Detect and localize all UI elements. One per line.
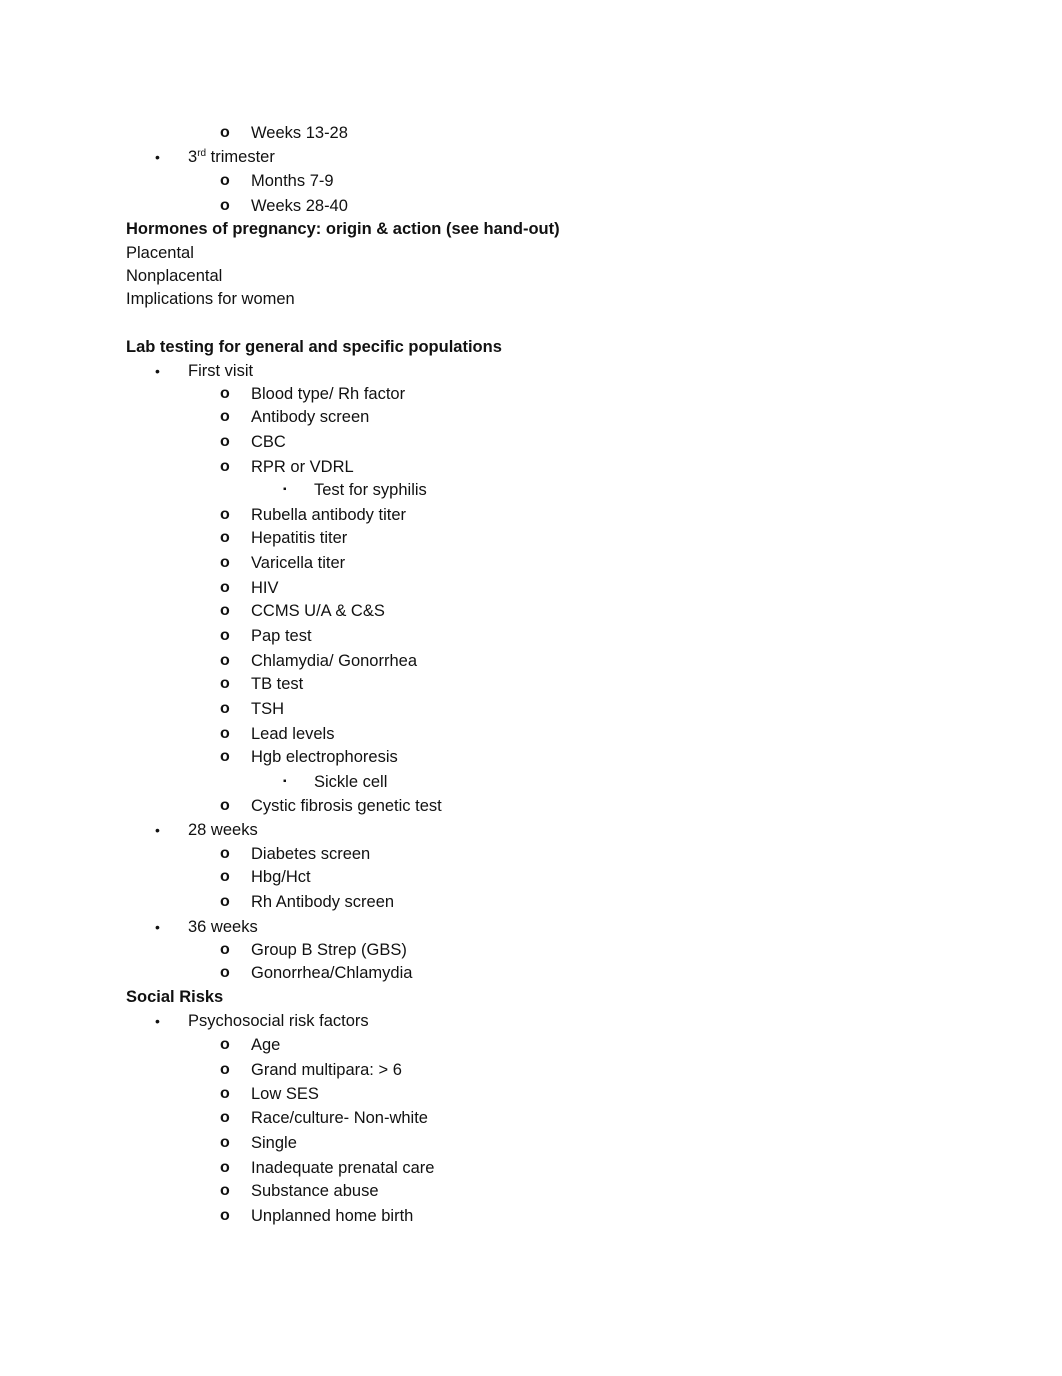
bullet-circle-icon: o: [220, 1109, 230, 1126]
list-item-text: TB test: [251, 675, 304, 693]
bullet-disc-icon: •: [155, 363, 160, 379]
bullet-circle-icon: o: [220, 385, 230, 402]
bullet-circle-icon: o: [220, 579, 230, 596]
bullet-disc-icon: •: [155, 149, 160, 165]
bullet-circle-icon: o: [220, 1182, 230, 1199]
section-heading: Lab testing for general and specific pop…: [126, 338, 502, 356]
list-item-text: Single: [251, 1134, 297, 1152]
list-item-text: Unplanned home birth: [251, 1207, 414, 1225]
list-item-text: HIV: [251, 579, 279, 597]
bullet-circle-icon: o: [220, 433, 230, 450]
list-item-text: Hgb electrophoresis: [251, 748, 398, 766]
list-item-text: Rubella antibody titer: [251, 506, 407, 524]
bullet-circle-icon: o: [220, 700, 230, 717]
bullet-square-icon: ▪: [283, 484, 287, 495]
bullet-circle-icon: o: [220, 1085, 230, 1102]
list-item-text: Group B Strep (GBS): [251, 941, 407, 959]
list-item-text: Hbg/Hct: [251, 868, 311, 886]
ordinal-number: 3: [188, 148, 198, 166]
list-item-text: First visit: [188, 362, 254, 380]
bullet-disc-icon: •: [155, 1013, 160, 1029]
bullet-circle-icon: o: [220, 725, 230, 742]
list-item-text: 3rd trimester: [188, 146, 275, 168]
list-item-text: Race/culture- Non-white: [251, 1109, 428, 1127]
text-line: Implications for women: [126, 290, 295, 308]
text-line: Placental: [126, 244, 194, 262]
list-item-text: Rh Antibody screen: [251, 893, 395, 911]
text-line: Nonplacental: [126, 267, 223, 285]
list-item-text: TSH: [251, 700, 284, 718]
bullet-circle-icon: o: [220, 845, 230, 862]
list-item-text: Weeks 28-40: [251, 197, 348, 215]
bullet-circle-icon: o: [220, 1036, 230, 1053]
bullet-circle-icon: o: [220, 1207, 230, 1224]
list-item-text: Substance abuse: [251, 1182, 379, 1200]
bullet-circle-icon: o: [220, 124, 230, 141]
bullet-square-icon: ▪: [283, 776, 287, 787]
list-item-text: Diabetes screen: [251, 845, 371, 863]
bullet-circle-icon: o: [220, 554, 230, 571]
list-item-text: Varicella titer: [251, 554, 346, 572]
list-item-text: CCMS U/A & C&S: [251, 602, 385, 620]
bullet-circle-icon: o: [220, 893, 230, 910]
list-item-text: Months 7-9: [251, 172, 334, 190]
list-item-text: Antibody screen: [251, 408, 370, 426]
list-item-text: Age: [251, 1036, 281, 1054]
bullet-circle-icon: o: [220, 197, 230, 214]
list-item-text: Grand multipara: > 6: [251, 1061, 402, 1079]
list-item-text: Gonorrhea/Chlamydia: [251, 964, 413, 982]
bullet-circle-icon: o: [220, 652, 230, 669]
list-item-text: RPR or VDRL: [251, 458, 354, 476]
bullet-circle-icon: o: [220, 675, 230, 692]
list-item-text: Sickle cell: [314, 773, 388, 791]
list-item-text: Chlamydia/ Gonorrhea: [251, 652, 417, 670]
bullet-disc-icon: •: [155, 822, 160, 838]
bullet-circle-icon: o: [220, 627, 230, 644]
list-item-text: Cystic fibrosis genetic test: [251, 797, 442, 815]
section-heading: Hormones of pregnancy: origin & action (…: [126, 220, 560, 238]
bullet-circle-icon: o: [220, 458, 230, 475]
section-heading: Social Risks: [126, 988, 224, 1006]
bullet-circle-icon: o: [220, 172, 230, 189]
bullet-circle-icon: o: [220, 529, 230, 546]
bullet-circle-icon: o: [220, 941, 230, 958]
bullet-circle-icon: o: [220, 964, 230, 981]
bullet-disc-icon: •: [155, 919, 160, 935]
ordinal-suffix: rd: [197, 148, 207, 159]
bullet-circle-icon: o: [220, 1134, 230, 1151]
list-item-text: Lead levels: [251, 725, 335, 743]
bullet-circle-icon: o: [220, 1061, 230, 1078]
bullet-circle-icon: o: [220, 506, 230, 523]
list-item-text: Inadequate prenatal care: [251, 1159, 435, 1177]
bullet-circle-icon: o: [220, 1159, 230, 1176]
list-item-text: Weeks 13-28: [251, 124, 348, 142]
list-item-text: Blood type/ Rh factor: [251, 385, 406, 403]
list-item-text: 28 weeks: [188, 821, 258, 839]
bullet-circle-icon: o: [220, 868, 230, 885]
bullet-circle-icon: o: [220, 748, 230, 765]
bullet-circle-icon: o: [220, 797, 230, 814]
list-item-text: 36 weeks: [188, 918, 258, 936]
list-item-label: trimester: [206, 148, 275, 166]
bullet-circle-icon: o: [220, 602, 230, 619]
list-item-text: Pap test: [251, 627, 312, 645]
bullet-circle-icon: o: [220, 408, 230, 425]
list-item-text: CBC: [251, 433, 286, 451]
list-item-text: Hepatitis titer: [251, 529, 348, 547]
list-item-text: Low SES: [251, 1085, 319, 1103]
list-item-text: Test for syphilis: [314, 481, 427, 499]
list-item-text: Psychosocial risk factors: [188, 1012, 369, 1030]
